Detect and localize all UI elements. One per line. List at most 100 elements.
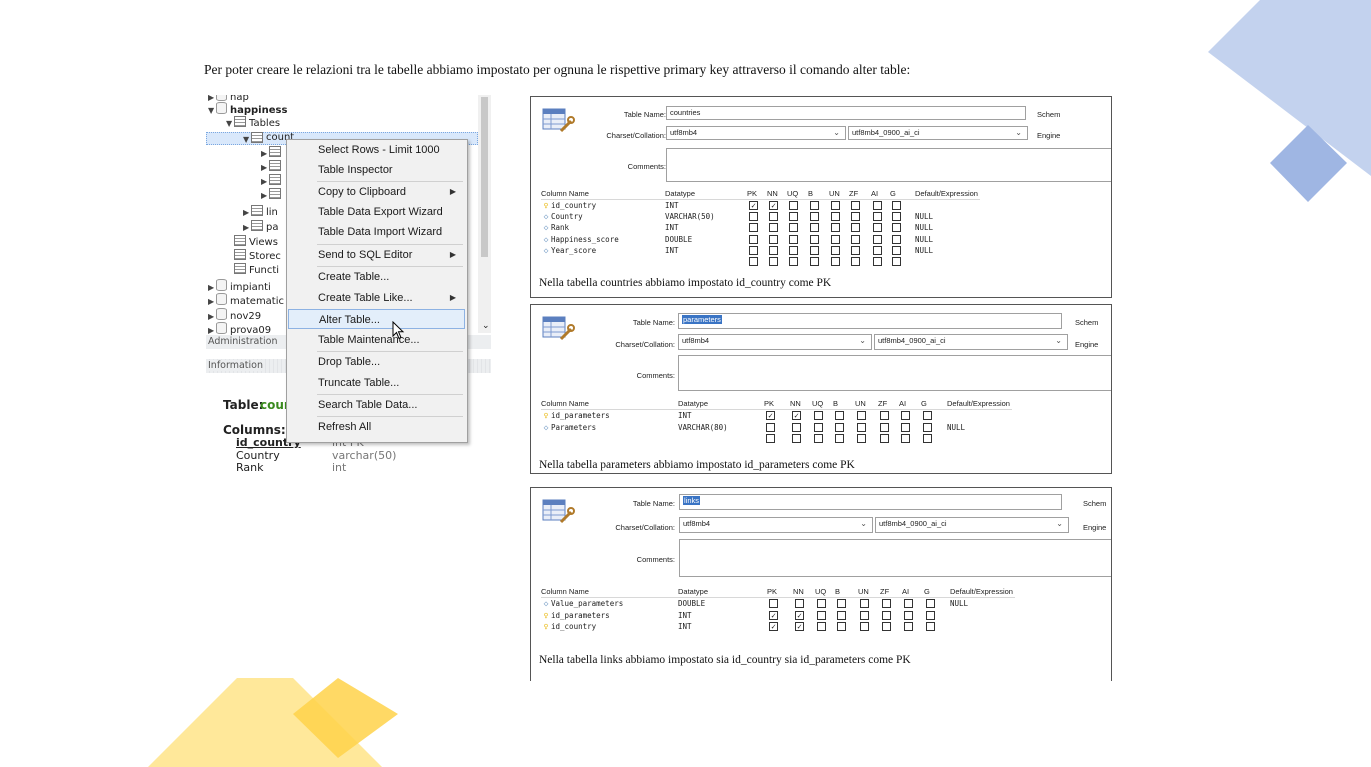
column-default-value[interactable]: NULL	[947, 422, 965, 433]
column-flag-checkbox[interactable]: ✓	[769, 201, 778, 210]
comments-textarea[interactable]	[678, 355, 1111, 391]
column-flag-checkbox[interactable]	[873, 223, 882, 233]
expand-arrow-icon[interactable]: ▶	[261, 162, 269, 174]
column-flag-checkbox[interactable]	[926, 622, 935, 631]
tree-item-matematica[interactable]: ▶ matematic	[208, 293, 284, 308]
expand-arrow-icon[interactable]: ▶	[208, 296, 216, 308]
tree-item-functions[interactable]: Functi	[234, 263, 279, 276]
column-flag-checkbox[interactable]	[857, 411, 866, 420]
column-flag-checkbox[interactable]	[873, 257, 882, 266]
column-flag-checkbox[interactable]	[789, 212, 798, 222]
expand-arrow-icon[interactable]: ▶	[243, 222, 251, 234]
column-flag-checkbox[interactable]	[769, 599, 778, 608]
menu-item-send-to-sql-editor[interactable]: Send to SQL Editor ▶	[288, 245, 465, 265]
column-header[interactable]: UQ	[787, 188, 798, 199]
column-flag-checkbox[interactable]	[810, 223, 819, 233]
collation-select[interactable]: utf8mb4_0900_ai_ci ⌄	[874, 334, 1068, 350]
tree-item-happiness[interactable]: ▼ happiness	[208, 102, 287, 116]
column-flag-checkbox[interactable]	[766, 422, 775, 432]
column-flag-checkbox[interactable]	[837, 622, 846, 631]
column-flag-checkbox[interactable]	[810, 212, 819, 222]
expand-arrow-icon[interactable]: ▶	[261, 190, 269, 202]
menu-item-data-import-wizard[interactable]: Table Data Import Wizard	[288, 222, 465, 242]
column-header[interactable]: Default/Expression	[950, 586, 1013, 597]
column-header[interactable]: UN	[858, 586, 869, 597]
column-flag-checkbox[interactable]	[873, 245, 882, 255]
column-default-value[interactable]: NULL	[915, 222, 933, 233]
table-row[interactable]: ◇ Happiness_score	[541, 234, 619, 245]
column-flag-checkbox[interactable]: ✓	[795, 610, 804, 620]
column-header[interactable]: B	[833, 398, 838, 409]
column-header[interactable]: UQ	[815, 586, 826, 597]
column-flag-checkbox[interactable]: ✓	[766, 411, 775, 420]
column-flag-checkbox[interactable]	[789, 257, 798, 266]
collation-select[interactable]: utf8mb4_0900_ai_ci ⌄	[848, 126, 1028, 140]
tree-item-parameters[interactable]: ▶ pa	[243, 220, 278, 234]
menu-item-table-maintenance[interactable]: Table Maintenance...	[288, 330, 465, 350]
tree-item-triggers[interactable]: ▶	[261, 188, 284, 200]
column-flag-checkbox[interactable]	[873, 212, 882, 222]
column-flag-checkbox[interactable]	[810, 245, 819, 255]
tree-item-stored-procedures[interactable]: Storec	[234, 249, 281, 262]
column-flag-checkbox[interactable]	[831, 212, 840, 222]
column-flag-checkbox[interactable]	[810, 257, 819, 266]
column-datatype[interactable]: DOUBLE	[678, 598, 705, 609]
column-flag-checkbox[interactable]	[810, 234, 819, 244]
column-header[interactable]: Column Name	[541, 586, 589, 597]
column-flag-checkbox[interactable]	[792, 434, 801, 443]
column-flag-checkbox[interactable]	[873, 201, 882, 210]
comments-textarea[interactable]	[666, 148, 1111, 182]
column-default-value[interactable]: NULL	[950, 598, 968, 609]
column-header[interactable]: AI	[902, 586, 909, 597]
chevron-down-icon[interactable]: ⌄	[482, 320, 490, 332]
table-row[interactable]: ◇ Value_parameters	[541, 598, 624, 609]
column-flag-checkbox[interactable]	[851, 212, 860, 222]
collation-select[interactable]: utf8mb4_0900_ai_ci ⌄	[875, 517, 1069, 533]
column-flag-checkbox[interactable]	[814, 422, 823, 432]
column-flag-checkbox[interactable]	[817, 610, 826, 620]
table-name-input[interactable]: links	[679, 494, 1062, 510]
charset-select[interactable]: utf8mb4 ⌄	[679, 517, 873, 533]
column-flag-checkbox[interactable]	[923, 422, 932, 432]
charset-select[interactable]: utf8mb4 ⌄	[666, 126, 846, 140]
table-row[interactable]: ♀ id_parameters	[541, 610, 610, 621]
navigator-scrollbar[interactable]	[478, 95, 491, 333]
column-header[interactable]: AI	[871, 188, 878, 199]
column-header[interactable]: Datatype	[678, 398, 708, 409]
column-header[interactable]: B	[835, 586, 840, 597]
scrollbar-thumb[interactable]	[481, 97, 488, 257]
table-row[interactable]: ♀ id_country	[541, 621, 597, 632]
menu-item-data-export-wizard[interactable]: Table Data Export Wizard	[288, 202, 465, 222]
tree-item-tables[interactable]: ▼ Tables	[226, 116, 280, 130]
column-header[interactable]: PK	[747, 188, 757, 199]
column-flag-checkbox[interactable]	[814, 434, 823, 443]
tree-item-columns[interactable]: ▶	[261, 146, 284, 158]
column-flag-checkbox[interactable]	[769, 234, 778, 244]
column-flag-checkbox[interactable]	[892, 257, 901, 266]
column-flag-checkbox[interactable]	[901, 434, 910, 443]
column-flag-checkbox[interactable]	[792, 422, 801, 432]
column-flag-checkbox[interactable]	[851, 201, 860, 210]
table-name-input[interactable]: countries	[666, 106, 1026, 120]
column-flag-checkbox[interactable]	[892, 245, 901, 255]
column-flag-checkbox[interactable]	[882, 610, 891, 620]
column-flag-checkbox[interactable]	[837, 599, 846, 608]
column-flag-checkbox[interactable]	[789, 234, 798, 244]
column-datatype[interactable]: INT	[665, 245, 679, 256]
column-default-value[interactable]: NULL	[915, 234, 933, 245]
column-datatype[interactable]: INT	[678, 410, 692, 421]
column-header[interactable]: Column Name	[541, 188, 589, 199]
column-flag-checkbox[interactable]	[857, 434, 866, 443]
column-flag-checkbox[interactable]	[769, 257, 778, 266]
column-flag-checkbox[interactable]	[857, 422, 866, 432]
column-flag-checkbox[interactable]	[831, 234, 840, 244]
column-flag-checkbox[interactable]	[880, 434, 889, 443]
collapse-arrow-icon[interactable]: ▼	[226, 118, 234, 130]
column-flag-checkbox[interactable]	[880, 411, 889, 420]
column-flag-checkbox[interactable]	[837, 610, 846, 620]
tree-item-nap[interactable]: ▶ nap	[208, 95, 249, 103]
tree-item-indexes[interactable]: ▶	[261, 160, 284, 172]
column-flag-checkbox[interactable]	[851, 257, 860, 266]
column-flag-checkbox[interactable]	[882, 599, 891, 608]
column-header[interactable]: ZF	[849, 188, 858, 199]
